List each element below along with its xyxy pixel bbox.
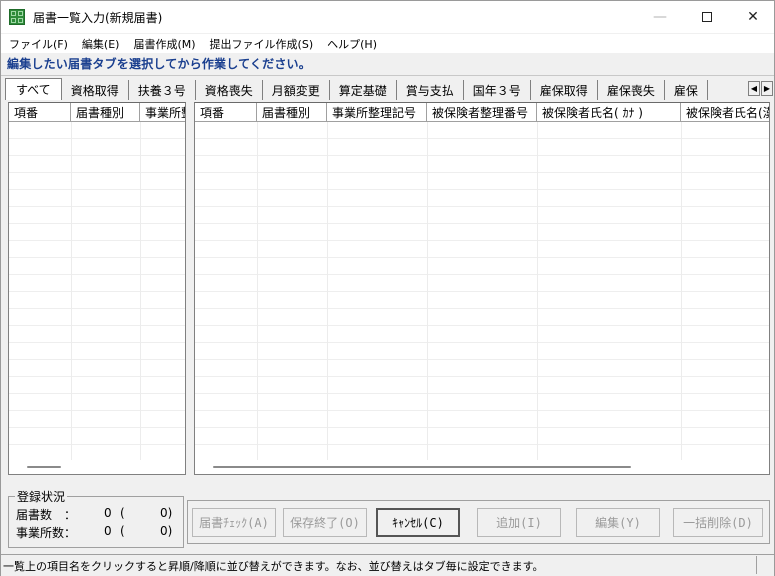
scrollbar-thumb[interactable] bbox=[213, 466, 631, 468]
maximize-button[interactable] bbox=[684, 1, 730, 33]
office-count-label: 事業所数： bbox=[16, 526, 77, 540]
status-bar: 一覧上の項目名をクリックすると昇順/降順に並び替えができます。なお、並び替えはタ… bbox=[1, 554, 774, 576]
column-header-insured-number[interactable]: 被保険者整理番号 bbox=[427, 103, 537, 122]
bulk-delete-button[interactable]: 一括削除(D) bbox=[673, 508, 763, 537]
menu-create-form[interactable]: 届書作成(M) bbox=[126, 36, 202, 52]
grid-rows bbox=[9, 122, 185, 460]
column-header-office-code[interactable]: 事業所整 bbox=[140, 103, 185, 122]
scrollbar-thumb[interactable] bbox=[27, 466, 61, 468]
window-title: 届書一覧入力(新規届書) bbox=[33, 11, 163, 25]
tab-qualification-acquisition[interactable]: 資格取得 bbox=[62, 80, 129, 100]
menu-file[interactable]: ファイル(F) bbox=[1, 36, 75, 52]
maximize-icon bbox=[702, 12, 712, 22]
column-header-item-no[interactable]: 項番 bbox=[9, 103, 71, 122]
horizontal-scrollbar[interactable] bbox=[195, 460, 769, 474]
menu-bar: ファイル(F) 編集(E) 届書作成(M) 提出ファイル作成(S) ヘルプ(H) bbox=[1, 34, 774, 53]
tab-calculation-basis[interactable]: 算定基礎 bbox=[330, 80, 397, 100]
column-header-form-type[interactable]: 届書種別 bbox=[257, 103, 327, 122]
grid-header: 項番 届書種別 事業所整理記号 被保険者整理番号 被保険者氏名( ｶﾅ ) 被保… bbox=[195, 103, 769, 122]
main-window: 届書一覧入力(新規届書) — ✕ ファイル(F) 編集(E) 届書作成(M) 提… bbox=[0, 0, 775, 576]
tab-qualification-loss[interactable]: 資格喪失 bbox=[196, 80, 263, 100]
minimize-button[interactable]: — bbox=[637, 1, 683, 33]
tab-employment-insurance-more[interactable]: 雇保 bbox=[665, 80, 708, 100]
column-header-insured-name-kanji[interactable]: 被保険者氏名(漢 bbox=[681, 103, 769, 122]
form-count-sub: 0) bbox=[160, 506, 173, 520]
title-bar: 届書一覧入力(新規届書) — ✕ bbox=[1, 1, 774, 33]
column-divider bbox=[140, 122, 141, 460]
form-tabs: すべて 資格取得 扶養３号 資格喪失 月額変更 算定基礎 賞与支払 国年３号 雇… bbox=[5, 78, 759, 100]
status-bar-separator bbox=[756, 556, 757, 574]
column-divider bbox=[327, 122, 328, 460]
registration-status-title: 登録状況 bbox=[15, 488, 68, 505]
form-list-grid[interactable]: 項番 届書種別 事業所整理記号 被保険者整理番号 被保険者氏名( ｶﾅ ) 被保… bbox=[194, 102, 770, 475]
tab-scroll-right-button[interactable]: ▶ bbox=[761, 81, 773, 96]
tab-monthly-change[interactable]: 月額変更 bbox=[263, 80, 330, 100]
column-header-insured-name-kana[interactable]: 被保険者氏名( ｶﾅ ) bbox=[537, 103, 681, 122]
menu-help[interactable]: ヘルプ(H) bbox=[320, 36, 384, 52]
menu-create-submission-file[interactable]: 提出ファイル作成(S) bbox=[203, 36, 321, 52]
grid-header: 項番 届書種別 事業所整 bbox=[9, 103, 185, 122]
close-button[interactable]: ✕ bbox=[730, 1, 775, 33]
tab-national-pension-no3[interactable]: 国年３号 bbox=[464, 80, 531, 100]
office-list-grid[interactable]: 項番 届書種別 事業所整 bbox=[8, 102, 186, 475]
form-check-button[interactable]: 届書ﾁｪｯｸ(A) bbox=[192, 508, 276, 537]
tab-employment-insurance-loss[interactable]: 雇保喪失 bbox=[598, 80, 665, 100]
tab-bonus-payment[interactable]: 賞与支払 bbox=[397, 80, 464, 100]
office-count-paren: ( bbox=[120, 524, 125, 538]
divider bbox=[1, 75, 774, 76]
tab-all[interactable]: すべて bbox=[5, 78, 62, 100]
add-button[interactable]: 追加(I) bbox=[477, 508, 561, 537]
save-exit-button[interactable]: 保存終了(O) bbox=[283, 508, 367, 537]
column-divider bbox=[427, 122, 428, 460]
column-header-office-code[interactable]: 事業所整理記号 bbox=[327, 103, 427, 122]
cancel-button[interactable]: ｷｬﾝｾﾙ(C) bbox=[376, 508, 460, 537]
column-divider bbox=[681, 122, 682, 460]
edit-button[interactable]: 編集(Y) bbox=[576, 508, 660, 537]
tab-scroll-left-button[interactable]: ◀ bbox=[748, 81, 760, 96]
tab-dependent-no3[interactable]: 扶養３号 bbox=[129, 80, 196, 100]
column-header-form-type[interactable]: 届書種別 bbox=[71, 103, 140, 122]
instruction-text: 編集したい届書タブを選択してから作業してください。 bbox=[7, 57, 311, 71]
menu-edit[interactable]: 編集(E) bbox=[75, 36, 127, 52]
tab-employment-insurance-acquisition[interactable]: 雇保取得 bbox=[531, 80, 598, 100]
form-count-value: 0 bbox=[104, 506, 112, 520]
form-count-paren: ( bbox=[120, 506, 125, 520]
grid-rows bbox=[195, 122, 769, 460]
app-icon bbox=[9, 9, 25, 25]
column-divider bbox=[257, 122, 258, 460]
form-count-label: 届書数 ： bbox=[16, 508, 77, 522]
office-count-sub: 0) bbox=[160, 524, 173, 538]
column-divider bbox=[537, 122, 538, 460]
column-header-item-no[interactable]: 項番 bbox=[195, 103, 257, 122]
office-count-value: 0 bbox=[104, 524, 112, 538]
horizontal-scrollbar[interactable] bbox=[9, 460, 185, 474]
column-divider bbox=[71, 122, 72, 460]
